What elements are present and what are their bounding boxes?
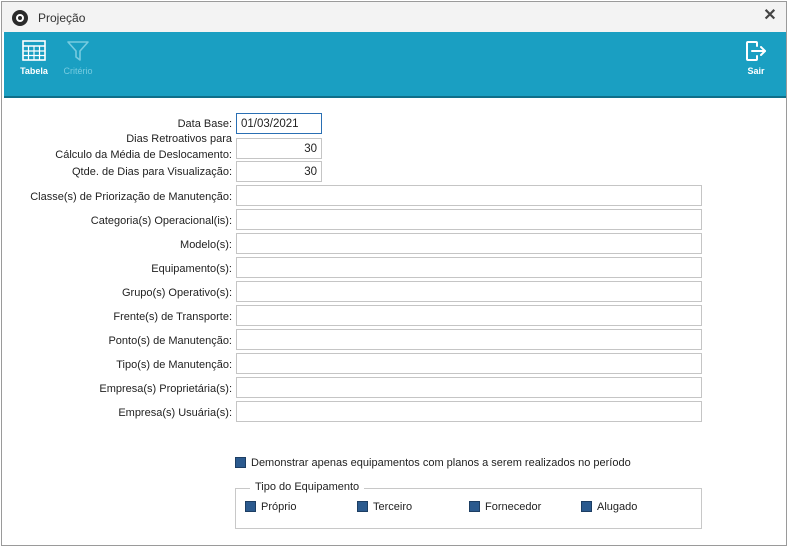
empresas-proprietarias-label: Empresa(s) Proprietária(s): [99, 383, 232, 395]
pontos-label: Ponto(s) de Manutenção: [108, 335, 232, 347]
table-icon [22, 40, 46, 61]
demonstrar-checkbox[interactable] [235, 457, 246, 468]
modelos-label: Modelo(s): [180, 239, 232, 251]
close-button[interactable]: ✕ [760, 6, 780, 26]
app-logo-icon [12, 10, 28, 26]
equipamentos-input[interactable] [236, 257, 702, 278]
demonstrar-label: Demonstrar apenas equipamentos com plano… [251, 457, 631, 469]
window-title: Projeção [38, 11, 86, 25]
terceiro-label: Terceiro [373, 501, 413, 513]
fornecedor-label: Fornecedor [485, 501, 542, 513]
fornecedor-checkbox[interactable] [469, 501, 480, 512]
equipamentos-label: Equipamento(s): [151, 263, 232, 275]
classes-input[interactable] [236, 185, 702, 206]
proprio-label: Próprio [261, 501, 297, 513]
criterio-button[interactable]: Critério [56, 40, 100, 88]
pontos-input[interactable] [236, 329, 702, 350]
proprio-checkbox[interactable] [245, 501, 256, 512]
dias-retroativos-input[interactable] [236, 138, 322, 159]
categorias-input[interactable] [236, 209, 702, 230]
grupos-label: Grupo(s) Operativo(s): [121, 287, 232, 299]
tabela-label: Tabela [20, 66, 48, 76]
tipos-input[interactable] [236, 353, 702, 374]
dias-retroativos-label-line2: Cálculo da Média de Deslocamento: [55, 149, 232, 161]
frentes-input[interactable] [236, 305, 702, 326]
data-base-input[interactable] [236, 113, 322, 134]
title-bar: Projeção ✕ [2, 2, 786, 32]
tipo-equipamento-title: Tipo do Equipamento [250, 481, 365, 493]
modelos-input[interactable] [236, 233, 702, 254]
qtde-dias-label: Qtde. de Dias para Visualização: [72, 166, 232, 178]
exit-icon [746, 41, 766, 61]
alugado-checkbox[interactable] [581, 501, 592, 512]
filter-icon [67, 41, 89, 61]
dias-retroativos-label-line1: Dias Retroativos para [126, 133, 232, 145]
classes-label: Classe(s) de Priorização de Manutenção: [30, 191, 232, 203]
empresas-proprietarias-input[interactable] [236, 377, 702, 398]
empresas-usuarias-label: Empresa(s) Usuária(s): [118, 407, 232, 419]
toolbar: Tabela Critério Sair [4, 32, 786, 98]
sair-label: Sair [747, 66, 765, 76]
alugado-label: Alugado [597, 501, 638, 513]
tipos-label: Tipo(s) de Manutenção: [116, 359, 232, 371]
tabela-button[interactable]: Tabela [12, 40, 56, 88]
projecao-window: Projeção ✕ Tabela Critério Sair Data Bas… [1, 1, 787, 546]
criterio-label: Critério [63, 66, 93, 76]
empresas-usuarias-input[interactable] [236, 401, 702, 422]
categorias-label: Categoria(s) Operacional(is): [90, 215, 232, 227]
sair-button[interactable]: Sair [734, 40, 778, 88]
data-base-label: Data Base: [177, 118, 232, 130]
grupos-input[interactable] [236, 281, 702, 302]
frentes-label: Frente(s) de Transporte: [113, 311, 232, 323]
qtde-dias-input[interactable] [236, 161, 322, 182]
terceiro-checkbox[interactable] [357, 501, 368, 512]
